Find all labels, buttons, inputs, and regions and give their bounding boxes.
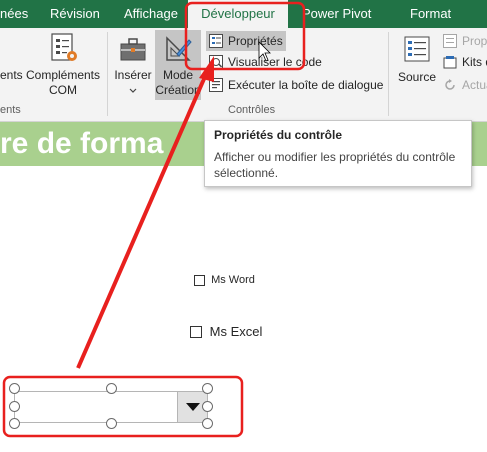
design-mode-icon xyxy=(166,36,192,61)
tab-format[interactable]: Format xyxy=(410,0,451,28)
ribbon-tab-bar: nées Révision Affichage Développeur Powe… xyxy=(0,0,487,28)
resize-handle[interactable] xyxy=(106,383,117,394)
actualiser-label: Actua xyxy=(462,78,487,92)
resize-handle[interactable] xyxy=(106,418,117,429)
group-separator xyxy=(107,32,108,116)
actualiser-button[interactable]: Actua xyxy=(440,75,487,95)
complements-com-label-line1: Compléments xyxy=(25,68,101,82)
mode-creation-button[interactable]: Mode Création xyxy=(155,30,201,100)
xml-properties-button[interactable]: Propr xyxy=(440,31,487,51)
resize-handle[interactable] xyxy=(202,418,213,429)
checkbox-box[interactable] xyxy=(194,274,205,286)
complements-com-button[interactable]: Compléments COM xyxy=(24,30,102,98)
executer-dialogue-button[interactable]: Exécuter la boîte de dialogue xyxy=(206,75,383,95)
resize-handle[interactable] xyxy=(202,383,213,394)
tab-power-pivot[interactable]: Power Pivot xyxy=(302,0,371,28)
visualiser-code-button[interactable]: Visualiser le code xyxy=(206,52,322,72)
properties-icon xyxy=(209,34,223,48)
xml-properties-icon xyxy=(443,34,457,48)
chevron-down-icon xyxy=(129,88,137,93)
tooltip-body: Afficher ou modifier les propriétés du c… xyxy=(214,150,456,180)
partial-left-button-label[interactable]: ents xyxy=(0,68,23,83)
excel-window: nées Révision Affichage Développeur Powe… xyxy=(0,0,487,452)
refresh-icon xyxy=(445,79,455,90)
kits-extension-button[interactable]: Kits d xyxy=(440,52,487,72)
source-icon xyxy=(404,36,430,62)
resize-handle[interactable] xyxy=(202,401,213,412)
visualiser-code-label: Visualiser le code xyxy=(228,55,322,69)
inserer-label: Insérer xyxy=(114,68,152,82)
run-dialog-icon xyxy=(209,78,223,92)
resize-handle[interactable] xyxy=(9,401,20,412)
checkbox-ms-excel[interactable]: Ms Excel xyxy=(190,323,262,339)
source-button[interactable]: Source xyxy=(394,30,440,100)
resize-handle[interactable] xyxy=(9,383,20,394)
toolbox-icon xyxy=(120,38,146,61)
inserer-button[interactable]: Insérer xyxy=(112,30,154,100)
tab-developpeur[interactable]: Développeur xyxy=(188,0,288,28)
resize-handle[interactable] xyxy=(9,418,20,429)
expansion-packs-icon xyxy=(443,56,457,69)
proprietes-button[interactable]: Propriétés xyxy=(206,31,286,51)
proprietes-tooltip: Propriétés du contrôle Afficher ou modif… xyxy=(204,120,472,187)
partial-left-group-label: ents xyxy=(0,104,21,116)
tab-revision[interactable]: Révision xyxy=(50,0,100,28)
group-separator xyxy=(388,32,389,116)
checkbox-ms-word[interactable]: Ms Word xyxy=(194,274,255,286)
dropdown-arrow-icon xyxy=(186,403,200,411)
complements-com-label-line2: COM xyxy=(49,83,77,97)
executer-dialogue-label: Exécuter la boîte de dialogue xyxy=(228,78,384,92)
controles-group-label: Contrôles xyxy=(228,104,276,116)
proprietes-label: Propriétés xyxy=(228,34,283,48)
mode-creation-label-line1: Mode xyxy=(162,68,194,82)
view-code-icon xyxy=(209,55,223,69)
ribbon-body: ents ents Compléments COM Insérer Mode C… xyxy=(0,28,487,122)
checkbox-ms-excel-label: Ms Excel xyxy=(209,324,263,340)
kits-extension-label: Kits d xyxy=(462,55,487,69)
checkbox-box[interactable] xyxy=(190,325,202,338)
tab-affichage[interactable]: Affichage xyxy=(124,0,178,28)
sheet-title-text: re de forma xyxy=(0,127,164,160)
checkbox-ms-word-label: Ms Word xyxy=(211,274,255,287)
complements-com-icon xyxy=(51,33,77,61)
mode-creation-label-line2: Création xyxy=(155,83,201,97)
xml-properties-label: Propr xyxy=(462,34,487,48)
tooltip-title: Propriétés du contrôle xyxy=(214,128,343,142)
source-label: Source xyxy=(397,70,437,84)
tab-donnees[interactable]: nées xyxy=(0,0,34,28)
